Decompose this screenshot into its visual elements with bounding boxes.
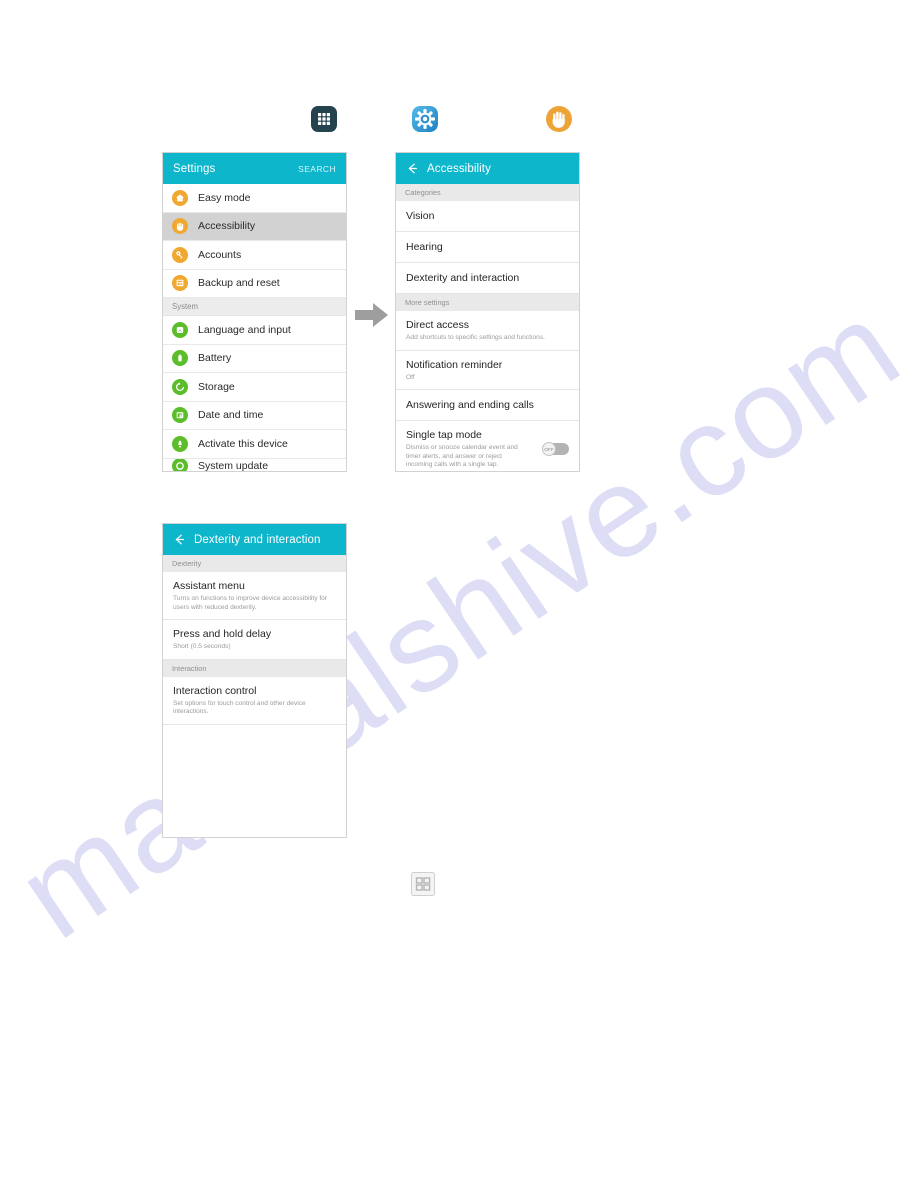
section-categories: Categories — [396, 184, 579, 201]
settings-row-accounts[interactable]: Accounts — [163, 241, 346, 270]
row-sublabel: Add shortcuts to specific settings and f… — [406, 334, 545, 341]
accessibility-row-answering-and-ending-calls[interactable]: Answering and ending calls — [396, 390, 579, 422]
row-label: Interaction control — [173, 684, 257, 697]
dexterity-row-press-and-hold-delay[interactable]: Press and hold delay Short (0.5 seconds) — [163, 620, 346, 660]
settings-row-activate-this-device[interactable]: Activate this device — [163, 430, 346, 459]
row-label: Assistant menu — [173, 580, 245, 592]
settings-row-label: Date and time — [198, 409, 264, 422]
settings-row-storage[interactable]: Storage — [163, 373, 346, 402]
accessibility-row-notification-reminder[interactable]: Notification reminder Off — [396, 351, 579, 391]
settings-row-date-and-time[interactable]: Date and time — [163, 402, 346, 430]
settings-row-label: Activate this device — [198, 437, 288, 450]
settings-row-label: Battery — [198, 352, 232, 365]
accessibility-panel: Accessibility Categories Vision Hearing … — [395, 152, 580, 472]
row-sublabel: Set options for touch control and other … — [173, 699, 306, 716]
back-arrow-icon[interactable] — [173, 533, 186, 546]
settings-row-label: Accessibility — [198, 220, 256, 233]
top-icon-row — [0, 104, 918, 138]
update-icon — [172, 458, 188, 471]
apps-grid-icon[interactable] — [309, 104, 339, 134]
hand-icon — [172, 218, 188, 235]
settings-gear-icon[interactable] — [410, 104, 440, 134]
row-label: Hearing — [406, 241, 443, 253]
settings-row-label: Easy mode — [198, 191, 251, 204]
accessibility-titlebar: Accessibility — [396, 153, 579, 184]
settings-row-label: Accounts — [198, 248, 242, 261]
settings-section-system: System — [163, 298, 346, 316]
accessibility-row-single-tap-mode[interactable]: Single tap mode Dismiss or snooze calend… — [396, 421, 579, 471]
row-label: Vision — [406, 210, 435, 222]
settings-row-accessibility[interactable]: Accessibility — [163, 212, 346, 241]
row-label: Dexterity and interaction — [406, 272, 520, 284]
settings-row-backup-and-reset[interactable]: Backup and reset — [163, 270, 346, 298]
settings-row-easy-mode[interactable]: Easy mode — [163, 184, 346, 213]
search-button[interactable]: SEARCH — [298, 164, 336, 174]
row-label: Press and hold delay — [173, 628, 272, 641]
accessibility-row-dexterity-and-interaction[interactable]: Dexterity and interaction — [396, 263, 579, 294]
row-sublabel: Short (0.5 seconds) — [173, 643, 231, 651]
settings-row-label: Backup and reset — [198, 277, 280, 290]
section-more-settings: More settings — [396, 294, 579, 311]
row-label: Direct access — [406, 319, 470, 331]
dexterity-row-interaction-control[interactable]: Interaction control Set options for touc… — [163, 677, 346, 725]
back-arrow-icon[interactable] — [406, 162, 419, 175]
dexterity-row-assistant-menu[interactable]: Assistant menu Turns on functions to imp… — [163, 572, 346, 621]
calendar-icon — [172, 407, 188, 424]
settings-list: Easy mode Accessibility Accounts Backup … — [163, 184, 346, 472]
battery-icon — [172, 350, 188, 367]
accessibility-row-hearing[interactable]: Hearing — [396, 232, 579, 263]
accessibility-row-direct-access[interactable]: Direct access Add shortcuts to specific … — [396, 311, 579, 351]
settings-row-label: Language and input — [198, 323, 291, 336]
settings-row-battery[interactable]: Battery — [163, 345, 346, 373]
settings-titlebar: Settings SEARCH — [163, 153, 346, 184]
settings-row-label: System update — [198, 459, 269, 472]
section-interaction: Interaction — [163, 659, 346, 677]
toggle-knob-label: OFF — [542, 442, 556, 457]
settings-row-label: Storage — [198, 380, 235, 393]
row-sublabel: Turns on functions to improve device acc… — [173, 595, 328, 611]
row-label: Single tap mode — [406, 429, 482, 442]
row-label: Notification reminder — [406, 358, 503, 371]
single-tap-mode-toggle[interactable]: OFF — [542, 442, 569, 457]
accessibility-hand-icon[interactable] — [544, 104, 574, 134]
flow-arrow-icon — [353, 300, 391, 330]
backup-icon — [172, 275, 188, 292]
storage-icon — [172, 378, 188, 395]
dexterity-titlebar: Dexterity and interaction — [163, 524, 346, 555]
accessibility-row-vision[interactable]: Vision — [396, 201, 579, 232]
page-title: Settings — [173, 162, 216, 175]
settings-panel: Settings SEARCH Easy mode Accessibility — [162, 152, 347, 472]
page-title: Accessibility — [427, 162, 491, 175]
activate-icon — [172, 435, 188, 452]
key-icon — [172, 246, 188, 263]
row-sublabel: Off — [406, 373, 415, 381]
dexterity-panel: Dexterity and interaction Dexterity Assi… — [162, 523, 347, 838]
page-title: Dexterity and interaction — [194, 533, 321, 546]
section-dexterity: Dexterity — [163, 555, 346, 572]
settings-row-system-update[interactable]: System update — [163, 458, 346, 472]
row-label: Answering and ending calls — [406, 399, 534, 412]
settings-row-language-and-input[interactable]: A Language and input — [163, 316, 346, 345]
keyboard-icon: A — [172, 321, 188, 338]
home-icon — [172, 189, 188, 206]
apps-grid-icon[interactable] — [410, 871, 436, 897]
